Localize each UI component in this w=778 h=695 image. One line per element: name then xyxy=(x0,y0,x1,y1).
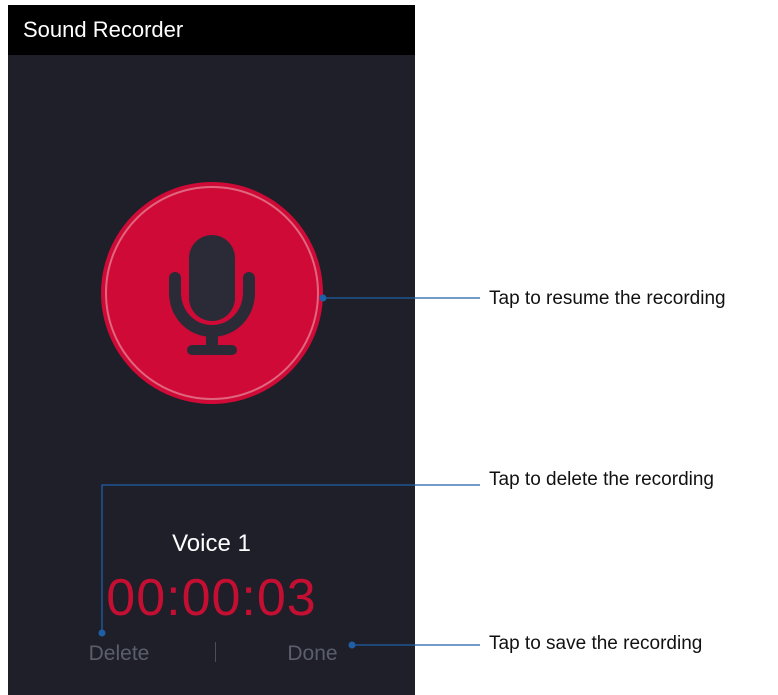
elapsed-time: 00:00:03 xyxy=(106,569,317,627)
save-callout-label: Tap to save the recording xyxy=(489,633,703,654)
recording-name: Voice 1 xyxy=(172,530,251,557)
delete-callout-label: Tap to delete the recording xyxy=(489,469,714,490)
resume-callout-label: Tap to resume the recording xyxy=(489,288,726,309)
delete-button[interactable]: Delete xyxy=(74,641,164,667)
done-button[interactable]: Done xyxy=(270,641,355,667)
microphone-icon xyxy=(169,235,255,355)
app-title: Sound Recorder xyxy=(23,17,184,42)
button-divider xyxy=(215,642,216,662)
resume-record-button[interactable] xyxy=(101,182,323,404)
phone-screen: Sound Recorder Voice 1 00:00:03 Delete D… xyxy=(8,5,415,695)
app-bar: Sound Recorder xyxy=(8,5,415,55)
